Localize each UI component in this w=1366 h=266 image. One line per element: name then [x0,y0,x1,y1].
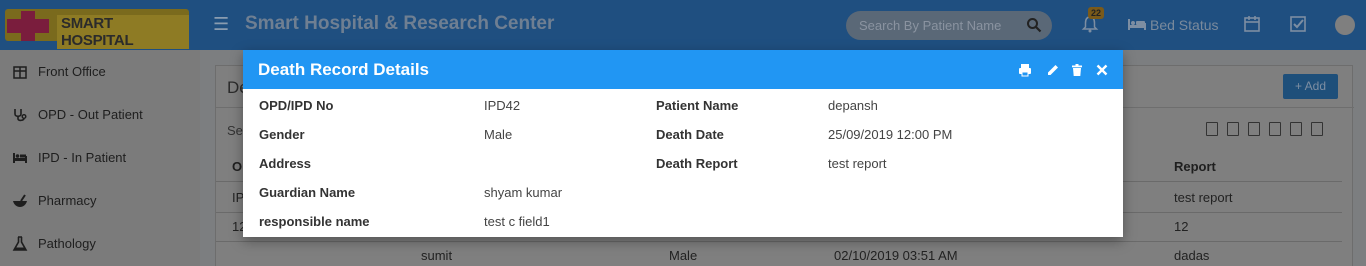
user-avatar[interactable] [1335,15,1355,35]
pdf-icon[interactable] [1269,122,1281,136]
table-cell: dadas [1174,248,1210,263]
stethoscope-icon [14,109,27,122]
flask-icon [12,236,28,251]
gender-label: Gender [259,127,305,142]
search-placeholder: Search By Patient Name [859,18,1002,33]
death-report-label: Death Report [656,156,738,171]
edit-pencil-icon[interactable] [1046,63,1060,77]
sidebar: Front Office OPD - Out Patient IPD - In … [0,50,200,266]
bed-icon [13,153,27,163]
notification-count-badge: 22 [1088,7,1105,19]
delete-trash-icon[interactable] [1070,63,1084,77]
export-toolbar [1206,122,1346,138]
print-icon[interactable] [1290,122,1302,136]
modal-header: Death Record Details [243,50,1123,89]
close-icon[interactable] [1095,63,1109,77]
table-cell: Male [669,248,698,263]
sidebar-item-label: Pharmacy [38,193,97,208]
medical-cross-icon [7,11,49,41]
sidebar-item-pharmacy[interactable]: Pharmacy [0,179,200,222]
sidebar-item-front-office[interactable]: Front Office [0,50,200,93]
top-navbar: SMART HOSPITAL ☰ Smart Hospital & Resear… [0,0,1366,50]
table-cell: 12 [1174,219,1189,234]
opd-ipd-no-label: OPD/IPD No [259,98,334,113]
calendar-icon[interactable] [1243,15,1261,33]
sidebar-item-pathology[interactable]: Pathology [0,222,200,265]
responsible-name-value: test c field1 [484,214,550,229]
opd-ipd-no-value: IPD42 [484,98,521,113]
sidebar-item-label: IPD - In Patient [38,150,127,165]
app-logo[interactable]: SMART HOSPITAL [5,9,189,49]
mortar-pestle-icon [13,194,27,207]
death-report-value: test report [828,156,887,171]
sidebar-item-label: Pathology [38,236,96,251]
table-row-divider [216,241,1342,242]
logo-text: SMART HOSPITAL [57,15,189,49]
add-button[interactable]: + Add [1283,74,1338,99]
guardian-name-value: shyam kumar [484,185,563,200]
patient-name-label: Patient Name [656,98,739,113]
bed-status-link[interactable]: Bed Status [1150,17,1219,33]
front-office-icon [13,66,27,79]
search-icon[interactable] [1026,17,1042,33]
copy-icon[interactable] [1206,122,1218,136]
modal-title: Death Record Details [258,60,429,79]
menu-toggle-icon[interactable]: ☰ [213,14,229,35]
sidebar-item-opd[interactable]: OPD - Out Patient [0,93,200,136]
responsible-name-label: responsible name [259,214,370,229]
excel-icon[interactable] [1227,122,1239,136]
table-cell: sumit [421,248,453,263]
sidebar-item-label: OPD - Out Patient [38,107,143,122]
table-cell: test report [1174,190,1233,205]
site-title: Smart Hospital & Research Center [245,13,555,34]
address-label: Address [259,156,312,171]
sidebar-item-ipd[interactable]: IPD - In Patient [0,136,200,179]
columns-icon[interactable] [1311,122,1323,136]
death-record-details-modal: Death Record Details OPD/IPD No IPD42 Ge… [243,50,1123,237]
table-header-report[interactable]: Report [1174,159,1216,174]
task-checklist-icon[interactable] [1289,15,1307,33]
modal-body: OPD/IPD No IPD42 Gender Male Address Gua… [243,89,1123,237]
print-icon[interactable] [1018,63,1032,77]
bed-icon [1128,19,1146,30]
csv-icon[interactable] [1248,122,1260,136]
gender-value: Male [484,127,513,142]
sidebar-item-label: Front Office [38,64,106,79]
table-cell: 02/10/2019 03:51 AM [834,248,958,263]
patient-search-input[interactable]: Search By Patient Name [846,11,1052,40]
death-date-label: Death Date [656,127,724,142]
guardian-name-label: Guardian Name [259,185,356,200]
death-date-value: 25/09/2019 12:00 PM [828,127,953,142]
patient-name-value: depansh [828,98,878,113]
table-header-first[interactable]: O [232,159,242,174]
